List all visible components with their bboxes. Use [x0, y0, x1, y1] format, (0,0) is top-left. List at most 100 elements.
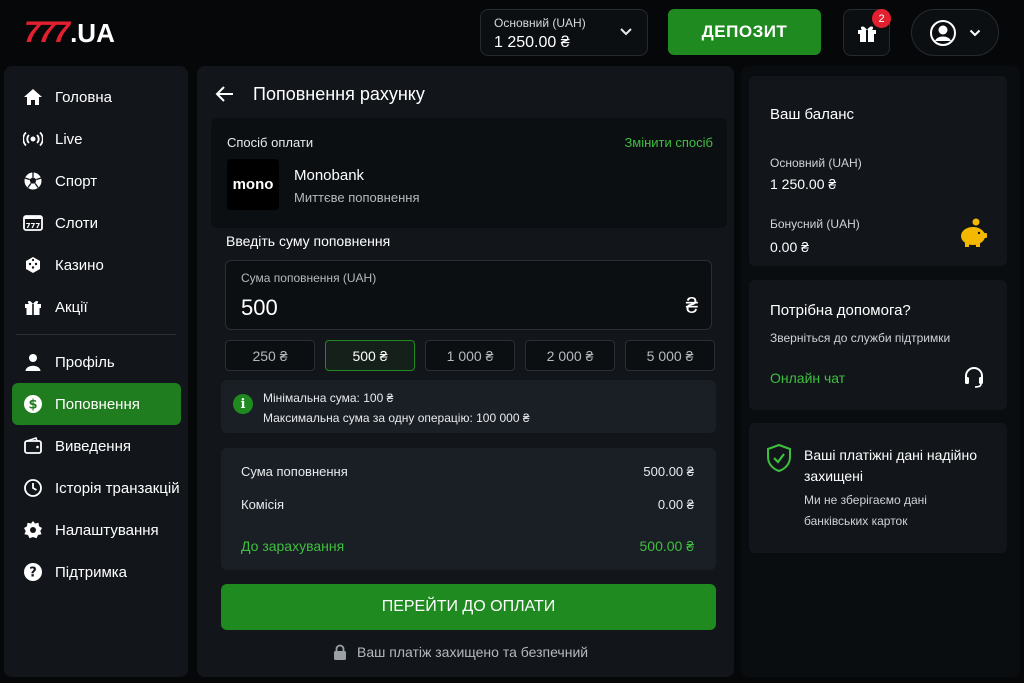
- preset-amount-button[interactable]: 2 000 ₴: [525, 340, 615, 371]
- main-balance-label: Основний (UAH): [770, 156, 862, 170]
- sidebar-item-label: Головна: [55, 88, 112, 106]
- secure-payment-note: Ваш платіж захищено та безпечний: [333, 644, 588, 660]
- clock-icon: [23, 478, 43, 498]
- sidebar-item-label: Профіль: [55, 353, 115, 371]
- summary-row-total: До зарахування 500.00 ₴: [241, 538, 694, 554]
- soccer-ball-icon: [23, 171, 43, 191]
- top-header: 777 .UA Основний (UAH) 1 250.00 ₴ ДЕПОЗИ…: [0, 0, 1024, 64]
- summary-value: 500.00 ₴: [643, 464, 694, 479]
- profile-menu-button[interactable]: [911, 9, 999, 56]
- sidebar-item-label: Акції: [55, 298, 88, 316]
- monobank-logo: mono: [227, 159, 279, 210]
- info-icon: i: [233, 394, 253, 414]
- sidebar-item-label: Слоти: [55, 214, 99, 232]
- summary-value: 0.00 ₴: [657, 497, 694, 512]
- sidebar-item-history[interactable]: Історія транзакцій: [12, 467, 181, 509]
- sidebar-item-live[interactable]: Live: [12, 118, 181, 160]
- lock-icon: [334, 644, 346, 660]
- amount-field-label: Сума поповнення (UAH): [241, 271, 377, 285]
- preset-amount-button-selected[interactable]: 500 ₴: [325, 340, 415, 371]
- dollar-icon: $: [23, 394, 43, 414]
- sidebar-item-withdraw[interactable]: Виведення: [12, 425, 181, 467]
- currency-symbol: ₴: [685, 293, 698, 318]
- back-arrow-icon[interactable]: [215, 85, 235, 103]
- slot-machine-icon: 777: [23, 213, 43, 233]
- secure-note-text: Ваш платіж захищено та безпечний: [357, 644, 589, 660]
- preset-amount-button[interactable]: 250 ₴: [225, 340, 315, 371]
- site-logo[interactable]: 777 .UA: [24, 16, 115, 49]
- help-card-subtitle: Зверніться до служби підтримки: [770, 331, 951, 345]
- sidebar-item-slots[interactable]: 777 Слоти: [12, 202, 181, 244]
- amount-field: Сума поповнення (UAH) ₴: [225, 260, 712, 330]
- sidebar-item-promotions[interactable]: Акції: [12, 286, 181, 328]
- sidebar-item-sport[interactable]: Спорт: [12, 160, 181, 202]
- bonus-balance-label: Бонусний (UAH): [770, 217, 860, 231]
- sidebar-item-label: Спорт: [55, 172, 98, 190]
- page-header: Поповнення рахунку: [215, 82, 425, 106]
- sidebar-item-label: Налаштування: [55, 521, 159, 539]
- proceed-to-payment-button[interactable]: ПЕРЕЙТИ ДО ОПЛАТИ: [221, 584, 716, 630]
- live-broadcast-icon: [23, 129, 43, 149]
- sidebar-item-home[interactable]: Головна: [12, 76, 181, 118]
- sidebar-item-profile[interactable]: Профіль: [12, 341, 181, 383]
- sidebar-item-casino[interactable]: Казино: [12, 244, 181, 286]
- svg-text:?: ?: [29, 566, 37, 581]
- summary-value: 500.00 ₴: [639, 538, 695, 554]
- chevron-down-icon: [969, 29, 981, 36]
- change-method-link[interactable]: Змінити спосіб: [624, 135, 713, 150]
- piggy-bank-icon: [961, 218, 987, 247]
- payment-method-card: Спосіб оплати Змінити спосіб mono Monoba…: [211, 118, 727, 228]
- payment-method-title: Спосіб оплати: [227, 135, 314, 150]
- help-icon: ?: [23, 562, 43, 582]
- notification-badge: 2: [872, 9, 891, 28]
- headset-icon[interactable]: [963, 366, 985, 388]
- sidebar-nav: Головна Live Спорт 777 Слоти Казино Акці…: [4, 66, 188, 677]
- help-card-title: Потрібна допомога?: [770, 302, 911, 319]
- gear-icon: [23, 520, 43, 540]
- wallet-icon: [23, 436, 43, 456]
- sidebar-item-label: Історія транзакцій: [55, 479, 180, 497]
- logo-number: 777: [24, 16, 70, 49]
- user-icon: [23, 352, 43, 372]
- sidebar-item-deposit[interactable]: $ Поповнення: [12, 383, 181, 425]
- online-chat-link[interactable]: Онлайн чат: [770, 370, 845, 386]
- help-card: Потрібна допомога? Зверніться до служби …: [749, 280, 1007, 410]
- gift-button[interactable]: 2: [843, 9, 891, 56]
- max-amount-text: Максимальна сума за одну операцію: 100 0…: [263, 411, 530, 425]
- svg-text:777: 777: [26, 222, 41, 230]
- right-sidebar: Ваш баланс Основний (UAH) 1 250.00 ₴ Бон…: [741, 66, 1020, 677]
- balance-dropdown[interactable]: Основний (UAH) 1 250.00 ₴: [480, 9, 648, 56]
- sidebar-item-label: Поповнення: [55, 395, 140, 413]
- summary-row-fee: Комісія 0.00 ₴: [241, 497, 694, 512]
- main-balance-value: 1 250.00 ₴: [770, 176, 837, 192]
- sidebar-item-settings[interactable]: Налаштування: [12, 509, 181, 551]
- logo-suffix: .UA: [70, 18, 115, 48]
- sidebar-divider: [16, 334, 176, 335]
- sidebar-item-label: Live: [55, 130, 83, 148]
- summary-label: Комісія: [241, 497, 285, 512]
- deposit-button[interactable]: ДЕПОЗИТ: [668, 9, 821, 55]
- min-amount-text: Мінімальна сума: 100 ₴: [263, 391, 394, 405]
- page-title: Поповнення рахунку: [253, 83, 425, 104]
- sidebar-item-label: Виведення: [55, 437, 131, 455]
- sidebar-item-support[interactable]: ? Підтримка: [12, 551, 181, 593]
- amount-input[interactable]: [241, 295, 641, 321]
- bonus-balance-value: 0.00 ₴: [770, 239, 809, 255]
- preset-amount-button[interactable]: 5 000 ₴: [625, 340, 715, 371]
- chevron-down-icon: [620, 28, 632, 36]
- payment-method-name: Monobank: [294, 167, 365, 184]
- balance-card: Ваш баланс Основний (UAH) 1 250.00 ₴ Бон…: [749, 76, 1007, 266]
- balance-card-title: Ваш баланс: [770, 106, 855, 123]
- dice-icon: [23, 255, 43, 275]
- sidebar-item-label: Казино: [55, 256, 104, 274]
- home-icon: [23, 87, 43, 107]
- summary-row-amount: Сума поповнення 500.00 ₴: [241, 464, 694, 479]
- amount-heading: Введіть суму поповнення: [226, 233, 391, 249]
- summary-label: Сума поповнення: [241, 464, 348, 479]
- deposit-summary: Сума поповнення 500.00 ₴ Комісія 0.00 ₴ …: [221, 448, 716, 570]
- preset-amount-button[interactable]: 1 000 ₴: [425, 340, 515, 371]
- svg-text:$: $: [28, 398, 37, 413]
- payment-method-subtitle: Миттєве поповнення: [294, 190, 420, 205]
- limits-info-box: i Мінімальна сума: 100 ₴ Максимальна сум…: [221, 380, 716, 433]
- summary-label: До зарахування: [241, 538, 345, 554]
